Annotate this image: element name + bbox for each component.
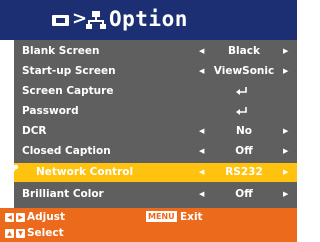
menu-item-closed-caption[interactable]: Closed Caption ◀ Off ▶ <box>14 142 297 161</box>
menu-item-label: Password <box>22 105 79 117</box>
right-key-icon: ▶ <box>16 213 25 222</box>
network-control-icon <box>3 164 19 180</box>
network-icon <box>86 11 106 29</box>
menu-item-value: Black <box>228 45 260 57</box>
osd-menu: > Option Blank Screen ◀ Black ▶ Start-up… <box>0 0 297 242</box>
left-arrow-icon[interactable]: ◀ <box>199 62 204 81</box>
menu-item-value: No <box>235 125 252 137</box>
left-arrow-icon[interactable]: ◀ <box>199 122 204 141</box>
right-arrow-icon[interactable]: ▶ <box>283 163 288 182</box>
menu-item-network-control[interactable]: Network Control ◀ RS232 ▶ <box>3 163 297 182</box>
left-right-keys: ◀ ▶ <box>5 213 25 222</box>
up-down-keys: ▲ ▼ <box>5 229 25 238</box>
menu-title: Option <box>109 7 188 31</box>
menu-item-label: Blank Screen <box>22 45 100 57</box>
screen-icon <box>52 15 69 26</box>
left-key-icon: ◀ <box>5 213 14 222</box>
enter-icon <box>236 87 247 95</box>
adjust-hint: Adjust <box>27 211 65 223</box>
menu-item-value: ViewSonic <box>213 65 275 77</box>
right-arrow-icon[interactable]: ▶ <box>283 62 288 81</box>
left-arrow-icon[interactable]: ◀ <box>199 163 204 182</box>
menu-item-dcr[interactable]: DCR ◀ No ▶ <box>14 122 297 141</box>
menu-item-startup-screen[interactable]: Start-up Screen ◀ ViewSonic ▶ <box>14 62 297 81</box>
right-arrow-icon[interactable]: ▶ <box>283 185 288 204</box>
left-arrow-icon[interactable]: ◀ <box>199 142 204 161</box>
breadcrumb-chevron: > <box>72 8 88 29</box>
down-key-icon: ▼ <box>16 229 25 238</box>
exit-hint: Exit <box>180 211 203 223</box>
menu-item-blank-screen[interactable]: Blank Screen ◀ Black ▶ <box>14 42 297 61</box>
menu-item-label: Screen Capture <box>22 85 114 97</box>
menu-item-label: Brilliant Color <box>22 188 104 200</box>
menu-item-screen-capture[interactable]: Screen Capture <box>14 82 297 101</box>
menu-item-value: RS232 <box>225 166 263 178</box>
menu-item-label: Network Control <box>36 166 134 178</box>
menu-key-icon: MENU <box>146 211 177 222</box>
enter-icon <box>236 107 247 115</box>
menu-item-value: Off <box>235 188 253 200</box>
menu-item-password[interactable]: Password <box>14 102 297 121</box>
menu-item-value: Off <box>235 145 253 157</box>
right-arrow-icon[interactable]: ▶ <box>283 122 288 141</box>
left-arrow-icon[interactable]: ◀ <box>199 185 204 204</box>
right-arrow-icon[interactable]: ▶ <box>283 42 288 61</box>
select-hint: Select <box>27 227 64 239</box>
left-arrow-icon[interactable]: ◀ <box>199 42 204 61</box>
menu-item-label: Closed Caption <box>22 145 111 157</box>
menu-item-label: Start-up Screen <box>22 65 116 77</box>
option-list: Blank Screen ◀ Black ▶ Start-up Screen ◀… <box>3 40 297 208</box>
up-key-icon: ▲ <box>5 229 14 238</box>
right-arrow-icon[interactable]: ▶ <box>283 142 288 161</box>
menu-item-brilliant-color[interactable]: Brilliant Color ◀ Off ▶ <box>14 185 297 204</box>
menu-item-label: DCR <box>22 125 47 137</box>
help-bar: ◀ ▶ Adjust MENU Exit ▲ ▼ Select <box>0 208 297 242</box>
menu-header: > Option <box>0 0 297 40</box>
